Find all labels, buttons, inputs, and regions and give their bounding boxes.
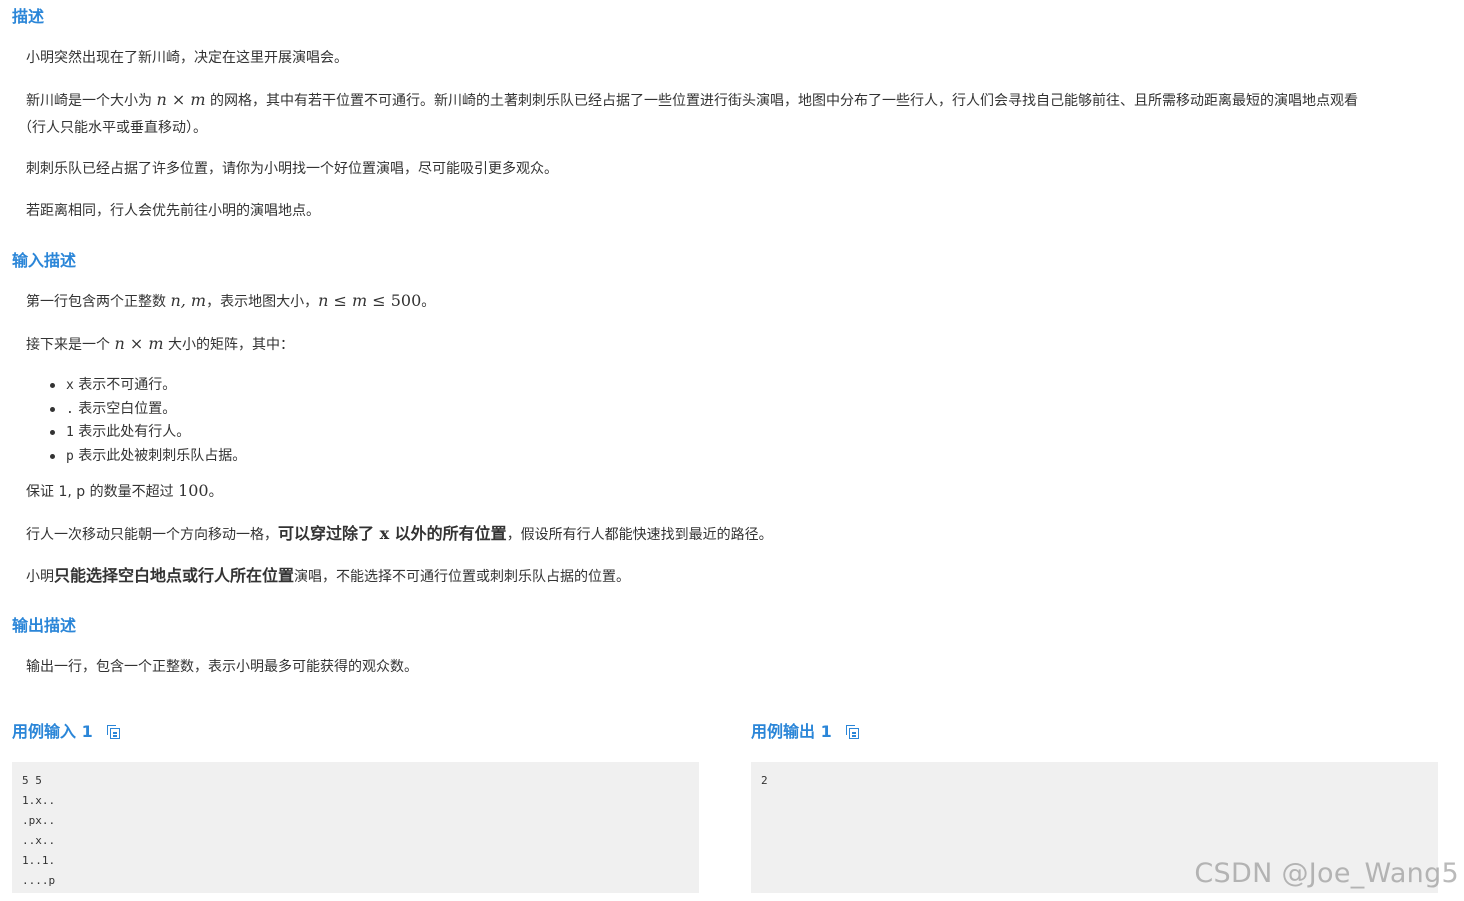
input-p1-text-b: ，表示地图大小， [206,294,319,310]
math-100: 100 [178,481,209,500]
sample-input-code[interactable]: 5 5 1.x.. .px.. ..x.. 1..1. ....p [12,762,699,893]
math-n: n [156,90,167,109]
description-paragraph-4: 若距离相同，行人会优先前往小明的演唱地点。 [26,203,320,219]
symbol-legend-list: x 表示不可通行。 . 表示空白位置。 1 表示此处有行人。 p 表示此处被刺刺… [36,374,246,468]
description-p2-text-a: 新川崎是一个大小为 [26,93,152,109]
symbol-x: x [66,378,74,393]
symbol-1: 1 [66,425,74,440]
description-heading: 描述 [12,7,45,26]
math-le: ≤ [367,291,391,310]
input-p3-text-a: 保证 1, p 的数量不超过 [26,484,174,500]
list-item: p 表示此处被刺刺乐队占据。 [36,445,246,469]
input-p2-text-b: 大小的矩阵，其中： [167,337,294,353]
sample-input-header: 用例输入 1 [12,720,121,744]
input-paragraph-3: 保证 1, p 的数量不超过 100。 [26,481,223,502]
math-m: m [352,291,368,310]
list-item: 1 表示此处有行人。 [36,421,246,445]
input-p1-text-c: 。 [421,294,436,310]
emphasis-text: 只能选择空白地点或行人所在位置 [54,566,295,585]
input-heading: 输入描述 [12,251,77,270]
math-m: m [148,334,164,353]
sample-output-header: 用例输出 1 [751,720,860,744]
input-paragraph-1: 第一行包含两个正整数 n, m，表示地图大小，n ≤ m ≤ 500。 [26,291,435,312]
input-paragraph-4: 行人一次移动只能朝一个方向移动一格，可以穿过除了 x 以外的所有位置，假设所有行… [26,524,773,545]
sample-output-title: 用例输出 1 [751,722,832,741]
input-p5-text-a: 小明 [26,569,54,585]
list-item: x 表示不可通行。 [36,374,246,398]
problem-page: 描述 小明突然出现在了新川崎，决定在这里开展演唱会。 新川崎是一个大小为 n ×… [0,0,1464,901]
copy-icon[interactable] [106,725,121,739]
description-paragraph-2: 新川崎是一个大小为 n × m 的网格，其中有若干位置不可通行。新川崎的土著刺刺… [26,90,1456,111]
output-heading: 输出描述 [12,616,77,635]
csdn-watermark: CSDN @Joe_Wang5 [1194,858,1459,889]
input-p4-text-b: ，假设所有行人都能快速找到最近的路径。 [506,527,773,543]
list-item: . 表示空白位置。 [36,398,246,422]
math-500: 500 [390,291,422,310]
description-p2-text-b: 的网格，其中有若干位置不可通行。新川崎的土著刺刺乐队已经占据了一些位置进行街头演… [209,93,1358,109]
math-m: m [190,90,206,109]
emphasis-text: 可以穿过除了 x 以外的所有位置 [278,524,507,543]
math-n: n [114,334,125,353]
math-times: × [166,90,191,109]
symbol-1-desc: 表示此处有行人。 [78,424,191,440]
output-paragraph-1: 输出一行，包含一个正整数，表示小明最多可能获得的观众数。 [26,659,418,675]
input-p4-text-a: 行人一次移动只能朝一个方向移动一格， [26,527,278,543]
copy-icon[interactable] [845,725,860,739]
description-paragraph-2-tail: （行人只能水平或垂直移动）。 [18,120,207,136]
math-times: × [124,334,149,353]
symbol-p: p [66,448,74,464]
input-p1-text-a: 第一行包含两个正整数 [26,294,166,310]
input-p2-text-a: 接下来是一个 [26,337,110,353]
math-le: ≤ [328,291,352,310]
symbol-dot-desc: 表示空白位置。 [78,400,177,417]
math-n-m: n, m [170,291,207,310]
input-paragraph-2: 接下来是一个 n × m 大小的矩阵，其中： [26,334,294,355]
symbol-dot: . [66,401,74,417]
symbol-p-desc: 表示此处被刺刺乐队占据。 [78,447,247,464]
input-p5-text-b: 演唱，不能选择不可通行位置或刺刺乐队占据的位置。 [294,569,631,585]
sample-input-title: 用例输入 1 [12,722,93,741]
symbol-x-desc: 表示不可通行。 [78,377,177,393]
description-paragraph-1: 小明突然出现在了新川崎，决定在这里开展演唱会。 [26,50,348,66]
input-paragraph-5: 小明只能选择空白地点或行人所在位置演唱，不能选择不可通行位置或刺刺乐队占据的位置… [26,566,630,587]
input-p3-text-b: 。 [208,484,223,500]
description-paragraph-3: 刺刺乐队已经占据了许多位置，请你为小明找一个好位置演唱，尽可能吸引更多观众。 [26,161,558,177]
math-n: n [318,291,329,310]
